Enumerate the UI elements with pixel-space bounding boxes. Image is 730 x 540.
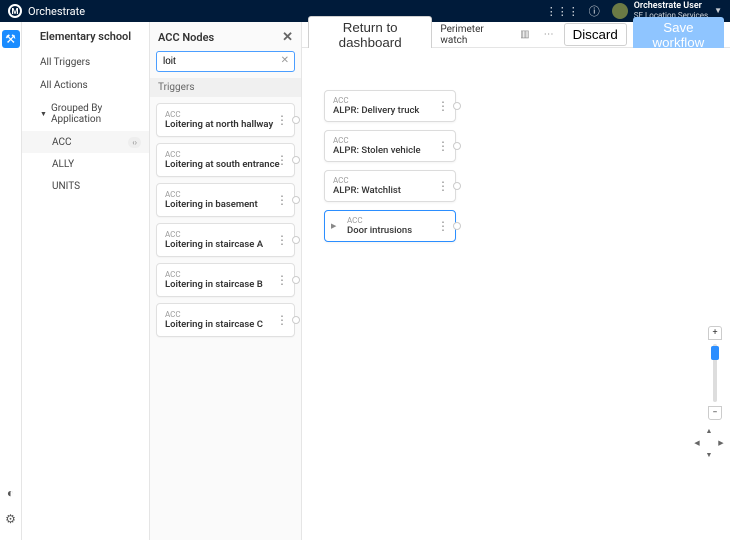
more-icon[interactable]: ⋮ — [437, 184, 449, 188]
left-rail: ⚒ ◐ ⚙ — [0, 22, 22, 540]
canvas-toolbar: Return to dashboard Perimeter watch ▥ ⋯ … — [302, 22, 730, 48]
motorola-logo: M — [8, 4, 22, 18]
pan-left-button[interactable]: ◀ — [692, 438, 702, 448]
output-port[interactable] — [292, 156, 300, 164]
panel-section-label: Triggers — [150, 78, 301, 97]
trigger-title: Loitering in staircase C — [165, 319, 286, 330]
sidebar-all-actions[interactable]: All Actions — [22, 74, 149, 97]
canvas-area: Return to dashboard Perimeter watch ▥ ⋯ … — [302, 22, 730, 540]
trigger-title: Loitering at south entrance — [165, 159, 286, 170]
output-port[interactable] — [292, 236, 300, 244]
zoom-out-button[interactable]: − — [708, 406, 722, 420]
trigger-card[interactable]: ACCLoitering in basement⋮ — [156, 183, 295, 217]
workflow-canvas[interactable]: ACCALPR: Delivery truck⋮ACCALPR: Stolen … — [302, 48, 730, 540]
canvas-node[interactable]: ACCALPR: Watchlist⋮ — [324, 170, 456, 202]
more-icon[interactable]: ⋮ — [276, 198, 288, 202]
play-icon: ▶ — [331, 222, 336, 230]
rail-workflows-icon[interactable]: ⚒ — [2, 30, 20, 48]
trigger-card[interactable]: ACCLoitering in staircase B⋮ — [156, 263, 295, 297]
trigger-source: ACC — [165, 150, 286, 159]
output-port[interactable] — [453, 182, 461, 190]
app-badge: ‹› — [128, 137, 141, 148]
search-input[interactable] — [156, 51, 295, 72]
node-title: ALPR: Stolen vehicle — [333, 145, 447, 156]
more-icon[interactable]: ⋮ — [437, 144, 449, 148]
zoom-control: + − — [708, 326, 722, 420]
close-icon[interactable]: ✕ — [282, 30, 293, 45]
output-port[interactable] — [292, 276, 300, 284]
trigger-source: ACC — [165, 110, 286, 119]
node-source: ACC — [333, 176, 447, 185]
pan-up-button[interactable]: ▲ — [704, 426, 714, 436]
trigger-source: ACC — [165, 270, 286, 279]
sidebar-app-acc[interactable]: ACC ‹› — [22, 131, 149, 153]
rail-globe-icon[interactable]: ◐ — [2, 484, 20, 502]
trigger-title: Loitering in staircase B — [165, 279, 286, 290]
more-icon[interactable]: ⋮ — [437, 224, 449, 228]
more-icon[interactable]: ⋮ — [276, 118, 288, 122]
zoom-slider[interactable] — [713, 344, 717, 402]
node-title: Door intrusions — [347, 225, 447, 236]
canvas-node[interactable]: ACCALPR: Delivery truck⋮ — [324, 90, 456, 122]
zoom-in-button[interactable]: + — [708, 326, 722, 340]
trigger-card[interactable]: ACCLoitering at north hallway⋮ — [156, 103, 295, 137]
app-title: Orchestrate — [28, 5, 85, 18]
output-port[interactable] — [292, 316, 300, 324]
help-icon[interactable]: ⓘ — [589, 3, 600, 19]
more-icon[interactable]: ⋮ — [276, 158, 288, 162]
sidebar: Elementary school All Triggers All Actio… — [22, 22, 150, 540]
sidebar-grouped-by-app[interactable]: ▼ Grouped By Application — [22, 97, 149, 131]
output-port[interactable] — [453, 142, 461, 150]
node-source: ACC — [333, 96, 447, 105]
node-title: ALPR: Delivery truck — [333, 105, 447, 116]
pan-down-button[interactable]: ▼ — [704, 450, 714, 460]
sidebar-app-units[interactable]: UNITS — [22, 175, 149, 197]
avatar — [612, 3, 628, 19]
trigger-source: ACC — [165, 310, 286, 319]
output-port[interactable] — [292, 196, 300, 204]
zoom-thumb[interactable] — [711, 346, 719, 360]
trigger-list: ACCLoitering at north hallway⋮ACCLoiteri… — [150, 97, 301, 540]
output-port[interactable] — [453, 102, 461, 110]
rail-settings-icon[interactable]: ⚙ — [2, 510, 20, 528]
more-icon[interactable]: ⋮ — [437, 104, 449, 108]
trigger-source: ACC — [165, 190, 286, 199]
sidebar-all-triggers[interactable]: All Triggers — [22, 51, 149, 74]
search-wrapper: ✕ — [156, 51, 295, 72]
layout-icon[interactable]: ▥ — [516, 27, 533, 42]
trigger-title: Loitering in staircase A — [165, 239, 286, 250]
more-icon[interactable]: ⋮ — [276, 318, 288, 322]
chevron-down-icon: ▼ — [714, 7, 722, 16]
more-icon[interactable]: ⋮ — [276, 278, 288, 282]
trigger-title: Loitering in basement — [165, 199, 286, 210]
pan-right-button[interactable]: ▶ — [716, 438, 726, 448]
trigger-title: Loitering at north hallway — [165, 119, 286, 130]
pan-control: ▲ ▼ ◀ ▶ — [692, 426, 726, 460]
canvas-node[interactable]: ACCALPR: Stolen vehicle⋮ — [324, 130, 456, 162]
trigger-source: ACC — [165, 230, 286, 239]
caret-down-icon: ▼ — [40, 110, 47, 118]
sidebar-app-ally[interactable]: ALLY — [22, 153, 149, 175]
trigger-card[interactable]: ACCLoitering at south entrance⋮ — [156, 143, 295, 177]
trigger-card[interactable]: ACCLoitering in staircase A⋮ — [156, 223, 295, 257]
more-icon[interactable]: ⋮ — [276, 238, 288, 242]
apps-grid-icon[interactable]: ⋮⋮⋮ — [546, 5, 579, 18]
node-title: ALPR: Watchlist — [333, 185, 447, 196]
node-source: ACC — [333, 136, 447, 145]
trigger-card[interactable]: ACCLoitering in staircase C⋮ — [156, 303, 295, 337]
output-port[interactable] — [453, 222, 461, 230]
output-port[interactable] — [292, 116, 300, 124]
link-icon[interactable]: ⋯ — [540, 27, 558, 42]
nodes-panel: ACC Nodes ✕ ✕ Triggers ACCLoitering at n… — [150, 22, 302, 540]
panel-title: ACC Nodes — [158, 31, 214, 44]
node-source: ACC — [347, 216, 447, 225]
canvas-node[interactable]: ▶ ACCDoor intrusions⋮ — [324, 210, 456, 242]
clear-search-icon[interactable]: ✕ — [281, 55, 289, 66]
sidebar-title: Elementary school — [22, 22, 149, 51]
workflow-name: Perimeter watch — [440, 24, 504, 46]
discard-button[interactable]: Discard — [564, 23, 627, 46]
